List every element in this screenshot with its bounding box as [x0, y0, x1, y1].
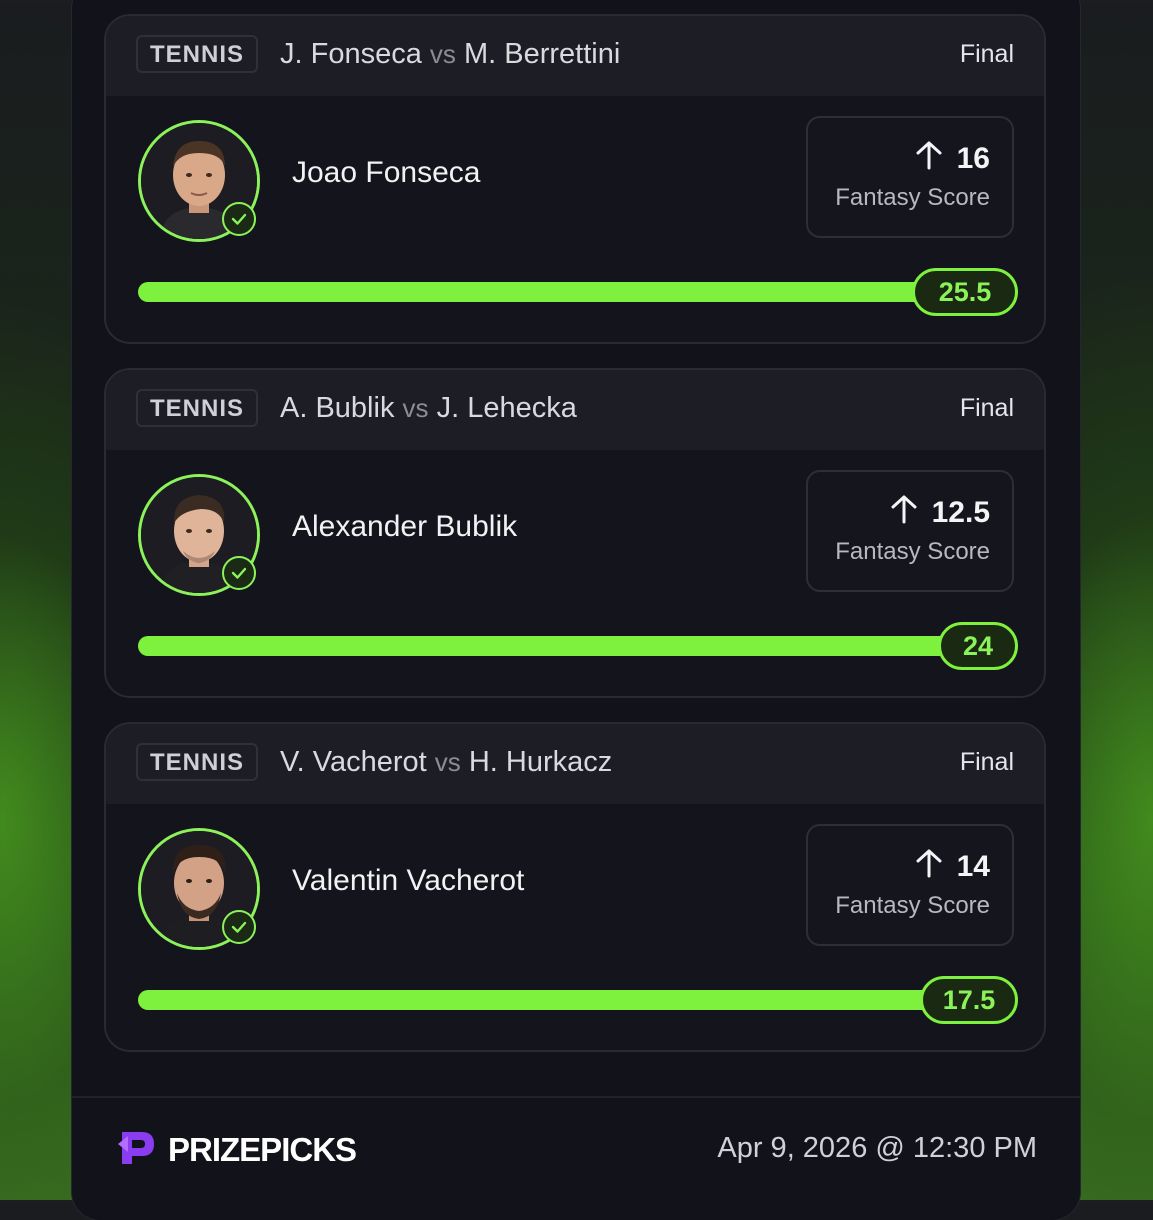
- projection-value: 12.5: [931, 496, 990, 529]
- player-name: Valentin Vacherot: [292, 864, 525, 897]
- pick-card[interactable]: TENNIS A. Bublik vs J. Lehecka Final Ale…: [104, 368, 1046, 698]
- vs-label: vs: [402, 393, 429, 423]
- prizepicks-logo: PRIZEPICKS: [116, 1126, 357, 1173]
- progress-track: [138, 636, 1018, 656]
- matchup: A. Bublik vs J. Lehecka: [280, 392, 577, 425]
- matchup: V. Vacherot vs H. Hurkacz: [280, 746, 612, 779]
- check-circle-icon: [222, 556, 256, 590]
- result-pill: 25.5: [912, 268, 1018, 316]
- sport-tag: TENNIS: [136, 389, 259, 427]
- game-status: Final: [959, 40, 1014, 68]
- projection-box: 14 Fantasy Score: [806, 824, 1014, 946]
- projection-value: 14: [956, 850, 990, 883]
- arrow-up-icon: [915, 848, 943, 886]
- projection-box: 12.5 Fantasy Score: [806, 470, 1014, 592]
- projection-value: 16: [956, 142, 990, 175]
- team-b: H. Hurkacz: [468, 746, 613, 778]
- stat-label: Fantasy Score: [835, 538, 990, 565]
- pick-card[interactable]: TENNIS J. Fonseca vs M. Berrettini Final…: [104, 14, 1046, 344]
- result-pill: 17.5: [920, 976, 1018, 1024]
- team-a: A. Bublik: [280, 392, 395, 424]
- progress-fill: [138, 282, 968, 302]
- timestamp: Apr 9, 2026 @ 12:30 PM: [717, 1132, 1037, 1164]
- arrow-up-icon: [890, 494, 918, 532]
- team-b: J. Lehecka: [436, 392, 577, 424]
- pick-card[interactable]: TENNIS V. Vacherot vs H. Hurkacz Final V…: [104, 722, 1046, 1052]
- sport-tag: TENNIS: [136, 35, 259, 73]
- progress-track: [138, 990, 1018, 1010]
- card-header: TENNIS A. Bublik vs J. Lehecka Final: [106, 370, 1044, 450]
- team-a: V. Vacherot: [280, 746, 427, 778]
- sport-tag: TENNIS: [136, 743, 259, 781]
- team-a: J. Fonseca: [280, 38, 422, 70]
- card-header: TENNIS V. Vacherot vs H. Hurkacz Final: [106, 724, 1044, 804]
- progress-track: [138, 282, 1018, 302]
- player-name: Joao Fonseca: [292, 156, 481, 189]
- team-b: M. Berrettini: [463, 38, 621, 70]
- arrow-up-icon: [915, 140, 943, 178]
- brand-name: PRIZEPICKS: [168, 1130, 357, 1168]
- progress-fill: [138, 636, 988, 656]
- game-status: Final: [959, 748, 1014, 776]
- vs-label: vs: [434, 747, 461, 777]
- game-status: Final: [959, 394, 1014, 422]
- check-circle-icon: [222, 910, 256, 944]
- matchup: J. Fonseca vs M. Berrettini: [280, 38, 620, 71]
- stat-label: Fantasy Score: [835, 184, 990, 211]
- progress-fill: [138, 990, 974, 1010]
- projection-box: 16 Fantasy Score: [806, 116, 1014, 238]
- footer-divider: [72, 1096, 1080, 1098]
- result-pill: 24: [938, 622, 1018, 670]
- prizepicks-icon: [116, 1126, 158, 1173]
- player-name: Alexander Bublik: [292, 510, 518, 543]
- check-circle-icon: [222, 202, 256, 236]
- card-header: TENNIS J. Fonseca vs M. Berrettini Final: [106, 16, 1044, 96]
- vs-label: vs: [429, 39, 456, 69]
- stat-label: Fantasy Score: [835, 892, 990, 919]
